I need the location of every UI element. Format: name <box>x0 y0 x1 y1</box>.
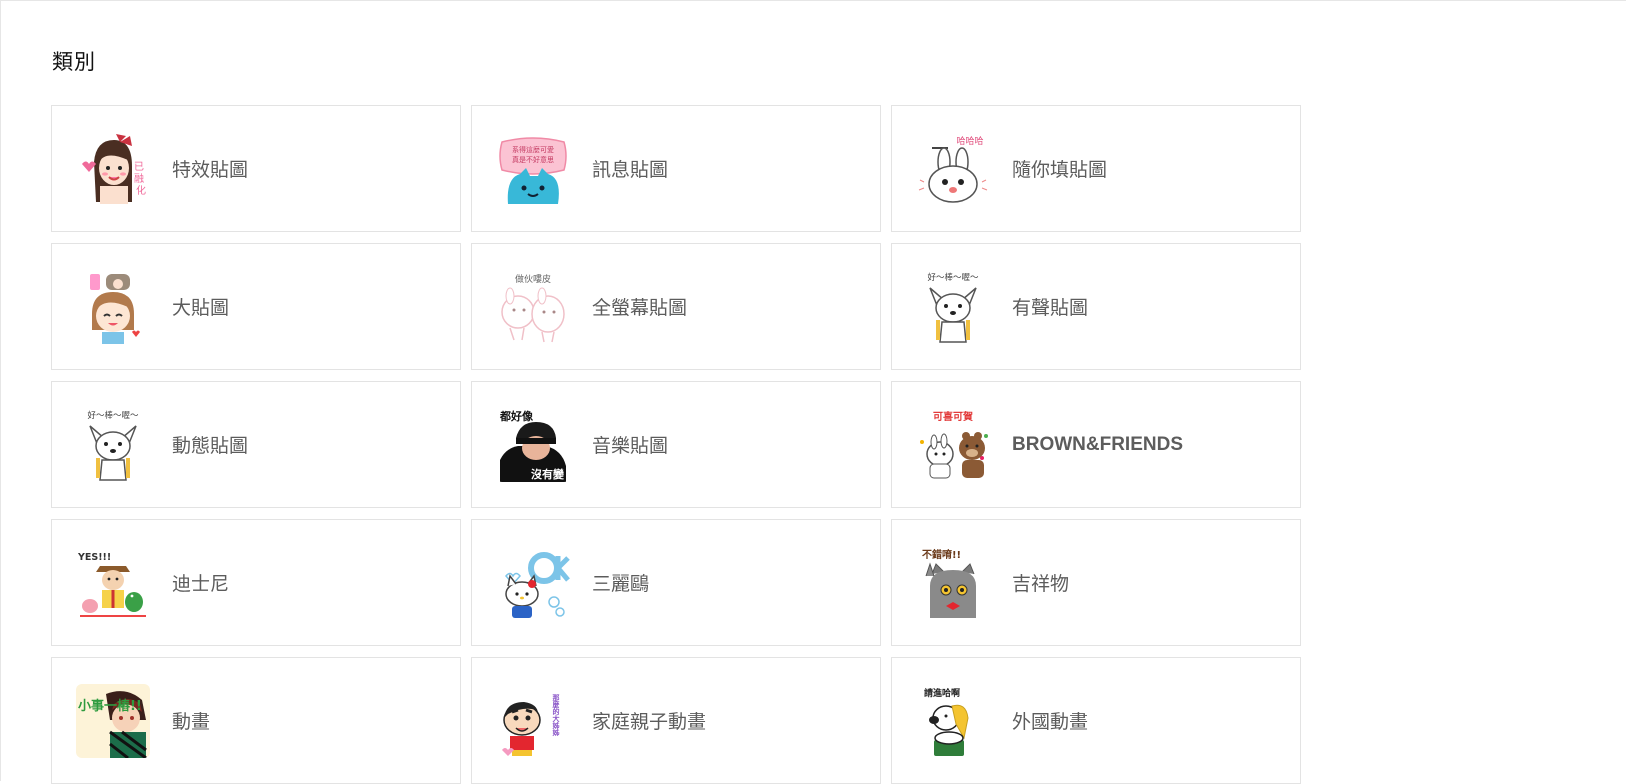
section-title: 類別 <box>52 50 96 74</box>
svg-text:化: 化 <box>136 184 146 197</box>
category-label: 音樂貼圖 <box>592 435 669 457</box>
family-anime-icon: 那麼的大姊姊 <box>496 684 570 758</box>
svg-text:融: 融 <box>134 173 144 185</box>
sticker-text: YES!!! <box>77 552 111 563</box>
svg-text:那麼的大姊姊: 那麼的大姊姊 <box>552 693 561 737</box>
category-label: BROWN&FRIENDS <box>1012 433 1183 455</box>
sticker-text: 都好像 <box>499 409 534 423</box>
category-card-fullscreen[interactable]: 做伙嘍皮 全螢幕貼圖 <box>471 243 881 370</box>
blue-cat-message-icon: 系得這麼可愛 真是不好意思 <box>496 132 570 206</box>
svg-text:已: 已 <box>134 162 144 173</box>
snoopy-icon: 請進哈啊 <box>916 684 990 758</box>
category-card-foreign-anime[interactable]: 請進哈啊 外國動畫 <box>891 657 1301 784</box>
category-label: 訊息貼圖 <box>592 159 669 181</box>
sticker-text: 好～棒～喔～ <box>927 272 979 283</box>
hello-kitty-icon <box>496 546 570 620</box>
brown-bear-friends-icon: 可喜可賀 <box>916 408 990 482</box>
category-label: 家庭親子動畫 <box>592 711 707 733</box>
chihuahua-sound-icon: 好～棒～喔～ <box>916 270 990 344</box>
big-girl-sticker-icon <box>76 270 150 344</box>
sticker-text: 可喜可賀 <box>933 410 973 423</box>
category-label: 大貼圖 <box>172 297 230 319</box>
category-card-family-anime[interactable]: 那麼的大姊姊 家庭親子動畫 <box>471 657 881 784</box>
category-card-animated[interactable]: 好～棒～喔～ 動態貼圖 <box>51 381 461 508</box>
chihuahua-animated-icon: 好～棒～喔～ <box>76 408 150 482</box>
category-label: 動態貼圖 <box>172 435 249 457</box>
category-label: 隨你填貼圖 <box>1012 159 1108 181</box>
category-label: 特效貼圖 <box>172 159 249 181</box>
category-card-music[interactable]: 都好像 沒有變 音樂貼圖 <box>471 381 881 508</box>
category-label: 有聲貼圖 <box>1012 297 1089 319</box>
category-card-message[interactable]: 系得這麼可愛 真是不好意思 訊息貼圖 <box>471 105 881 232</box>
music-person-icon: 都好像 沒有變 <box>496 408 570 482</box>
category-card-big[interactable]: 大貼圖 <box>51 243 461 370</box>
category-card-sound[interactable]: 好～棒～喔～ 有聲貼圖 <box>891 243 1301 370</box>
sticker-text: 系得這麼可愛 <box>512 145 554 154</box>
fullscreen-bunnies-icon: 做伙嘍皮 <box>496 270 570 344</box>
category-label: 全螢幕貼圖 <box>592 297 688 319</box>
category-label: 吉祥物 <box>1012 573 1070 595</box>
category-card-disney[interactable]: YES!!! 迪士尼 <box>51 519 461 646</box>
category-label: 迪士尼 <box>172 573 230 595</box>
sticker-text: 好～棒～喔～ <box>87 410 139 421</box>
category-card-effect[interactable]: 已 融 化 特效貼圖 <box>51 105 461 232</box>
sticker-text: 做伙嘍皮 <box>515 273 551 285</box>
gray-cat-mascot-icon: 不錯唷!! <box>916 546 990 620</box>
sticker-text: 小事一樁!! <box>78 698 142 714</box>
disney-toy-icon: YES!!! <box>76 546 150 620</box>
category-card-custom-text[interactable]: 哈哈哈 隨你填貼圖 <box>891 105 1301 232</box>
category-card-sanrio[interactable]: 三麗鷗 <box>471 519 881 646</box>
category-label: 動畫 <box>172 711 211 733</box>
sticker-text: 真是不好意思 <box>512 155 554 164</box>
category-card-anime[interactable]: 小事一樁!! 動畫 <box>51 657 461 784</box>
category-label: 三麗鷗 <box>592 573 650 595</box>
category-grid: 已 融 化 特效貼圖 系得這麼可愛 真是不好意思 訊息貼圖 哈哈哈 隨你填貼圖 … <box>51 105 1301 784</box>
category-label: 外國動畫 <box>1012 711 1089 733</box>
rabbit-custom-text-icon: 哈哈哈 <box>916 132 990 206</box>
category-card-mascot[interactable]: 不錯唷!! 吉祥物 <box>891 519 1301 646</box>
anime-character-icon: 小事一樁!! <box>76 683 150 758</box>
girl-sticker-icon: 已 融 化 <box>76 132 150 206</box>
category-card-brown-friends[interactable]: 可喜可賀 BROWN&FRIENDS <box>891 381 1301 508</box>
sticker-text: 不錯唷!! <box>922 548 961 561</box>
sticker-text: 請進哈啊 <box>924 687 960 699</box>
sticker-text: 沒有變 <box>531 467 565 481</box>
sticker-text: 哈哈哈 <box>956 135 983 147</box>
